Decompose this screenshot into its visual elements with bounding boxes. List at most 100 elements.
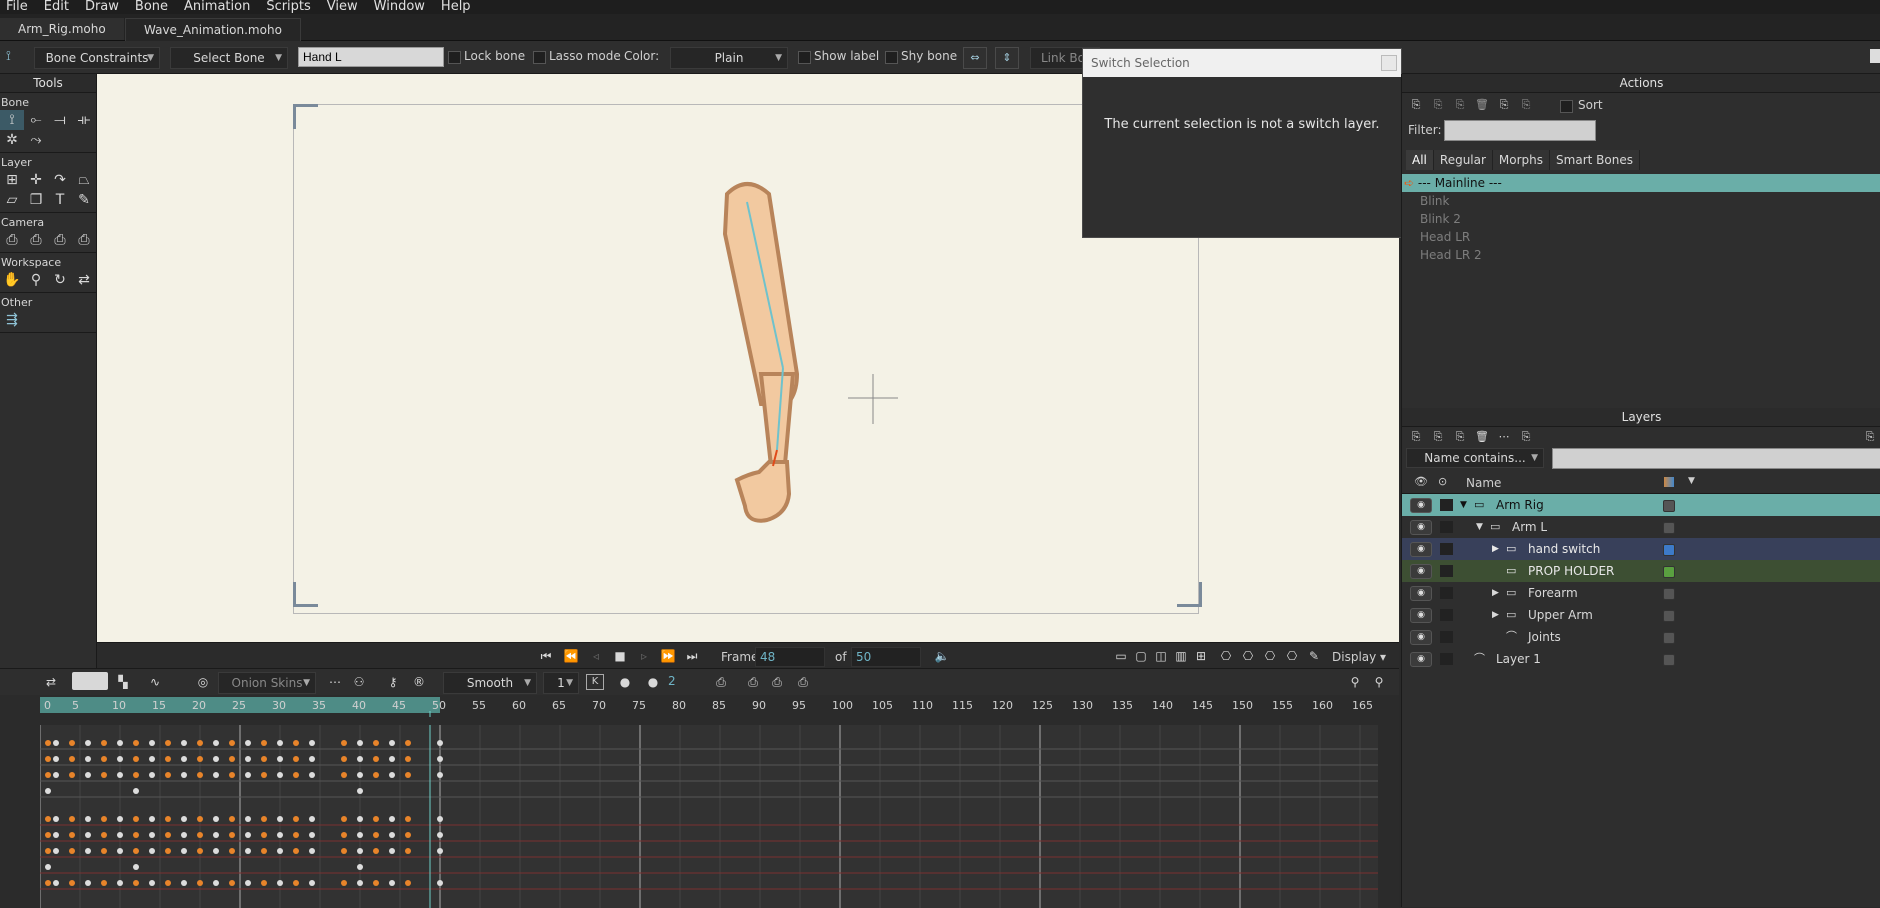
interval-dropdown[interactable]: 1 ▼ [543,672,579,694]
text-tool-icon[interactable]: T [48,190,72,210]
menu-window[interactable]: Window [374,0,425,14]
bone-physics-tool-icon[interactable]: ✲ [0,130,24,150]
layer-lock-box[interactable] [1440,631,1453,643]
auto-key-icon[interactable]: ⚷ [384,673,402,691]
eye-icon[interactable]: ◉ [1410,564,1432,579]
sequencer-icon[interactable]: ⇄ [42,673,60,691]
timeline-ruler[interactable]: 0 5 10 15 20 25 30 35 40 45 50 55 60 65 70 75 80 85 90 95 10… [40,697,1390,717]
hand-icon[interactable]: ✋ [0,270,24,290]
rotate-workspace-icon[interactable]: ↻ [48,270,72,290]
tab-smart-bones[interactable]: Smart Bones [1550,150,1640,170]
volume-icon[interactable]: 🔈 [933,647,951,665]
show-label-checkbox[interactable] [798,51,811,64]
layer-color-swatch[interactable] [1663,500,1675,512]
shear-layer-tool-icon[interactable]: ⏢ [72,170,96,190]
mainline-action-icon[interactable]: ⎘ [1516,96,1536,114]
layer-lock-box[interactable] [1440,587,1453,599]
translate-bone-tool-icon[interactable]: ⟜ [24,110,48,130]
menu-scripts[interactable]: Scripts [266,0,310,14]
action-blink-2[interactable]: Blink 2 [1402,210,1880,228]
expand-arrow-icon[interactable]: ▼ [1476,516,1483,538]
fast-forward-icon[interactable]: ⏭ [683,647,701,665]
shy-bone-checkbox[interactable] [885,51,898,64]
layer-color-swatch[interactable] [1663,610,1675,622]
eye-icon[interactable]: ◉ [1410,498,1432,513]
stop-icon[interactable]: ■ [611,647,629,665]
layer-lock-box[interactable] [1440,521,1453,533]
layer-color-swatch[interactable] [1663,588,1675,600]
eye-icon[interactable]: ◉ [1410,586,1432,601]
layer-lock-box[interactable] [1440,565,1453,577]
ease-in-icon[interactable]: ● [616,673,634,691]
motion-graph-icon[interactable]: ∿ [146,673,164,691]
eye-icon[interactable]: ◉ [1410,630,1432,645]
eye-icon[interactable]: ◉ [1410,520,1432,535]
channels-mode-icon[interactable] [72,672,108,690]
layer-lock-box[interactable] [1440,653,1453,665]
expand-arrow-icon[interactable]: ▶ [1492,538,1499,560]
layer-row[interactable]: ◉ ⌒ Joints [1402,626,1880,648]
translate-layer-tool-icon[interactable]: ✛ [24,170,48,190]
layer-color-swatch[interactable] [1663,522,1675,534]
reference-action-icon[interactable]: ⎘ [1450,96,1470,114]
display-menu[interactable]: Display ▾ [1332,650,1386,664]
menu-bone[interactable]: Bone [135,0,168,14]
layer-lock-box[interactable] [1440,609,1453,621]
fx2-icon[interactable]: ⎔ [1261,647,1279,665]
layer-search-input[interactable] [1552,448,1880,469]
curve-icon[interactable]: ⎙ [744,673,762,691]
copy-layer-icon[interactable]: ⎘ [1450,428,1470,446]
layer-lock-box[interactable] [1440,499,1453,511]
eye-icon[interactable]: ◉ [1410,652,1432,667]
action-head-lr[interactable]: Head LR [1402,228,1880,246]
view-single-icon[interactable]: ▢ [1132,647,1150,665]
layer-color-swatch[interactable] [1663,544,1675,556]
expand-arrow-icon[interactable]: ▶ [1492,604,1499,626]
tab-morphs[interactable]: Morphs [1492,150,1551,170]
zoom-camera-icon[interactable]: ⎙ [24,230,48,250]
action-mainline[interactable]: ➪ --- Mainline --- [1402,174,1880,192]
action-head-lr-2[interactable]: Head LR 2 [1402,246,1880,264]
draw-icon[interactable]: ✎ [1305,647,1323,665]
quality-icon[interactable]: ▭ [1112,647,1130,665]
next-keyframe-icon[interactable]: ⏩ [659,647,677,665]
action-blink[interactable]: Blink [1402,192,1880,210]
menu-view[interactable]: View [327,0,358,14]
onion-skins-dropdown[interactable]: Onion Skins ▼ [218,672,316,694]
rotate-bone-tool-icon[interactable]: ⟛ [72,110,96,130]
total-frames-input[interactable]: 50 [851,647,921,667]
set-origin-tool-icon[interactable]: ⊞ [0,170,24,190]
menu-animation[interactable]: Animation [184,0,250,14]
filter-input[interactable] [1444,120,1596,141]
layer-row[interactable]: ◉ ⌒ Layer 1 [1402,648,1880,670]
rotate-layer-tool-icon[interactable]: ↷ [48,170,72,190]
layer-row[interactable]: ◉ ▶ ▭ hand switch [1402,538,1880,560]
expand-arrow-icon[interactable]: ▶ [1492,582,1499,604]
delete-layer-icon[interactable]: 🗑 [1472,428,1492,446]
new-layer-icon[interactable]: ⎘ [1406,428,1426,446]
sequencer-mode-icon[interactable]: ▚ [114,673,132,691]
fx-icon[interactable]: ⎔ [1239,647,1257,665]
bone-name-input[interactable] [298,47,444,67]
tab-regular[interactable]: Regular [1433,150,1493,170]
zoom-out-icon[interactable]: ⚲ [1346,673,1364,691]
new-action-icon[interactable]: ⎘ [1406,96,1426,114]
layer-search-mode-dropdown[interactable]: Name contains... ▼ [1406,448,1544,468]
mask-icon[interactable]: ⎔ [1283,647,1301,665]
layer-row[interactable]: ◉ ▼ ▭ Arm Rig [1402,494,1880,516]
eye-icon[interactable]: ◉ [1410,608,1432,623]
stereo-icon[interactable]: ⎔ [1217,647,1235,665]
bone-constraints-dropdown[interactable]: Bone Constraints ▼ [34,47,160,69]
lasso-mode-checkbox[interactable] [533,51,546,64]
lock-bone-checkbox[interactable] [448,51,461,64]
eyedropper-tool-icon[interactable]: ✎ [72,190,96,210]
layer-color-swatch[interactable] [1663,654,1675,666]
step-back-icon[interactable]: ◃ [587,647,605,665]
track-camera-icon[interactable]: ⎙ [0,230,24,250]
layer-settings-icon[interactable]: ⎘ [1516,428,1536,446]
add-bone-tool-icon[interactable]: ⤳ [24,130,48,150]
layer-row[interactable]: ◉ ▶ ▭ Forearm [1402,582,1880,604]
copy-action-icon[interactable]: ⎘ [1494,96,1514,114]
menu-draw[interactable]: Draw [85,0,119,14]
eye-icon[interactable]: ◉ [1410,542,1432,557]
